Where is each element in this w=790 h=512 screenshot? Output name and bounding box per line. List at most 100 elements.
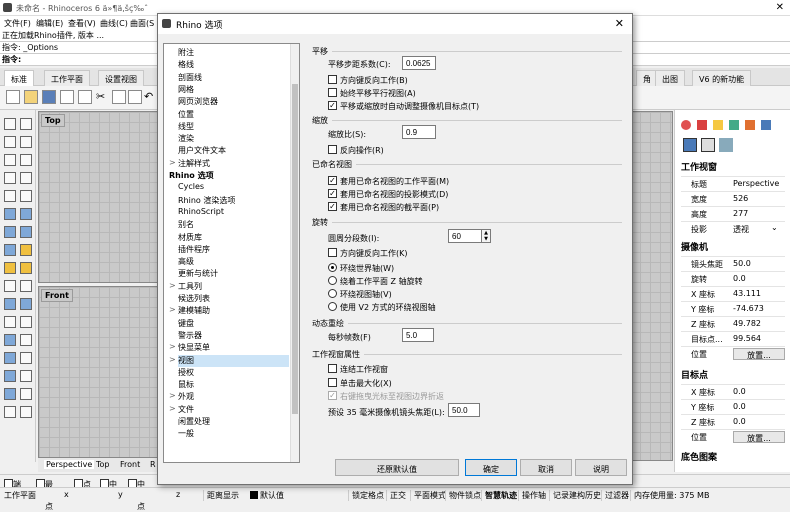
tree-item[interactable]: 键盘 — [178, 318, 289, 330]
fps-input[interactable] — [402, 328, 434, 342]
tree-item[interactable]: 一般 — [178, 428, 289, 440]
prop-value[interactable]: 49.782 — [733, 319, 761, 328]
cage-icon[interactable] — [20, 388, 32, 400]
tree-item[interactable]: 用户文件文本 — [178, 145, 289, 157]
tree-item[interactable]: 格线 — [178, 59, 289, 71]
tree-item[interactable]: > 建模辅助 — [169, 305, 289, 317]
undo-icon[interactable]: ↶ — [144, 90, 158, 104]
tab-cplanes[interactable]: 工作平面 — [44, 70, 90, 86]
layout-icon[interactable] — [78, 90, 92, 104]
status-planar[interactable]: 平面模式 — [410, 490, 446, 501]
menu-curve[interactable]: 曲线(C) — [100, 18, 128, 29]
close-icon[interactable]: ✕ — [615, 17, 624, 30]
viewport-tab-front[interactable]: Front — [120, 460, 140, 469]
tree-item[interactable]: Rhino 选项 — [169, 170, 289, 182]
tree-item[interactable]: 闲置处理 — [178, 416, 289, 428]
menu-view[interactable]: 查看(V) — [68, 18, 96, 29]
surface-icon[interactable] — [4, 208, 16, 220]
tree-item[interactable]: > 文件 — [169, 404, 289, 416]
rotate-segments-stepper[interactable]: ▲ ▼ — [481, 229, 491, 243]
status-smarttrack[interactable]: 智慧轨迹 — [481, 490, 517, 501]
menu-surface[interactable]: 曲面(S — [130, 18, 154, 29]
named-cplane-checkbox[interactable]: ✓ — [328, 176, 337, 185]
viewport-front[interactable]: Front — [38, 286, 158, 458]
tree-item[interactable]: 材质库 — [178, 232, 289, 244]
explode-icon[interactable] — [4, 262, 16, 274]
tree-item[interactable]: RhinoScript — [178, 207, 289, 219]
projection-select[interactable]: 透视 — [733, 224, 749, 235]
prop-value[interactable]: 0.0 — [733, 417, 746, 426]
tree-item[interactable]: 鼠标 — [178, 379, 289, 391]
prop-value[interactable]: 277 — [733, 209, 748, 218]
object-properties-icon[interactable] — [719, 138, 733, 152]
pan-adjust-target-checkbox[interactable]: ✓ — [328, 101, 337, 110]
prop-value[interactable]: -74.673 — [733, 304, 764, 313]
status-layer[interactable]: 默认值 — [260, 490, 284, 501]
status-distance[interactable]: 距离显示 — [203, 490, 239, 501]
status-filter[interactable]: 过滤器 — [601, 490, 629, 501]
tree-item[interactable]: 附注 — [178, 47, 289, 59]
tree-item[interactable]: 授权 — [178, 367, 289, 379]
chevron-right-icon[interactable]: > — [169, 305, 176, 314]
tree-scrollbar[interactable] — [290, 44, 299, 462]
tree-item[interactable]: 候选列表 — [178, 293, 289, 305]
select-icon[interactable] — [4, 118, 16, 130]
status-gumball[interactable]: 操作轴 — [518, 490, 546, 501]
viewport-tab-right[interactable]: R — [150, 460, 156, 469]
camera-icon[interactable] — [683, 138, 697, 152]
tree-item[interactable]: 剖面线 — [178, 72, 289, 84]
status-osnap[interactable]: 物件锁点 — [445, 490, 481, 501]
print-icon[interactable] — [60, 90, 74, 104]
box-icon[interactable] — [4, 226, 16, 238]
menu-edit[interactable]: 编辑(E) — [36, 18, 63, 29]
chevron-right-icon[interactable]: > — [169, 158, 176, 167]
zoom-reverse-checkbox[interactable] — [328, 145, 337, 154]
tree-item[interactable]: > 视图 — [169, 354, 289, 367]
dialog-titlebar[interactable]: Rhino 选项 ✕ — [158, 14, 632, 34]
dimension-icon[interactable] — [20, 334, 32, 346]
chevron-right-icon[interactable]: > — [169, 355, 176, 364]
cut-icon[interactable]: ✂ — [96, 90, 110, 104]
viewport-top[interactable]: Top — [38, 111, 158, 283]
rotate-segments-input[interactable] — [448, 229, 482, 243]
link-viewports-checkbox[interactable] — [328, 364, 337, 373]
osnap-point[interactable]: 点 — [74, 477, 91, 489]
viewport-tab-top[interactable]: Top — [96, 460, 110, 469]
tree-item[interactable]: 别名 — [178, 219, 289, 231]
tree-item[interactable]: 线型 — [178, 121, 289, 133]
material-icon[interactable] — [697, 120, 707, 130]
osnap-mid[interactable]: 中点 — [100, 477, 117, 500]
tree-item[interactable]: 网格 — [178, 84, 289, 96]
tab-print[interactable]: 出图 — [655, 70, 685, 86]
tab-standard[interactable]: 标准 — [4, 70, 34, 86]
rotate-world-radio[interactable] — [328, 263, 337, 272]
tree-item[interactable]: > 快显菜单 — [169, 342, 289, 354]
tab-whats-new[interactable]: V6 的新功能 — [692, 70, 752, 86]
join-icon[interactable] — [20, 262, 32, 274]
spline-icon[interactable] — [20, 190, 32, 202]
chevron-down-icon[interactable]: ⌄ — [771, 223, 778, 232]
tab-set-view[interactable]: 设置视图 — [98, 70, 144, 86]
move-icon[interactable] — [4, 316, 16, 328]
restore-defaults-button[interactable]: 还原默认值 — [335, 459, 459, 476]
group-icon[interactable] — [20, 298, 32, 310]
chevron-right-icon[interactable]: > — [169, 391, 176, 400]
ok-button[interactable]: 确定 — [465, 459, 517, 476]
text-icon[interactable] — [4, 334, 16, 346]
tree-item[interactable]: 渲染 — [178, 133, 289, 145]
fillet-icon[interactable] — [4, 280, 16, 292]
light-icon[interactable] — [20, 244, 32, 256]
tree-item[interactable]: > 外观 — [169, 391, 289, 403]
paste-icon[interactable] — [128, 90, 142, 104]
rotate-icon[interactable] — [20, 316, 32, 328]
named-clipping-checkbox[interactable]: ✓ — [328, 202, 337, 211]
chevron-right-icon[interactable]: > — [169, 281, 176, 290]
tree-item[interactable]: 高级 — [178, 256, 289, 268]
viewport-perspective[interactable] — [629, 111, 673, 461]
point-icon[interactable] — [20, 118, 32, 130]
tree-item[interactable]: 插件程序 — [178, 244, 289, 256]
arc-icon[interactable] — [20, 154, 32, 166]
tree-item[interactable]: > 注解样式 — [169, 158, 289, 170]
color-icon[interactable] — [681, 120, 691, 130]
rotate-v2-radio[interactable] — [328, 302, 337, 311]
